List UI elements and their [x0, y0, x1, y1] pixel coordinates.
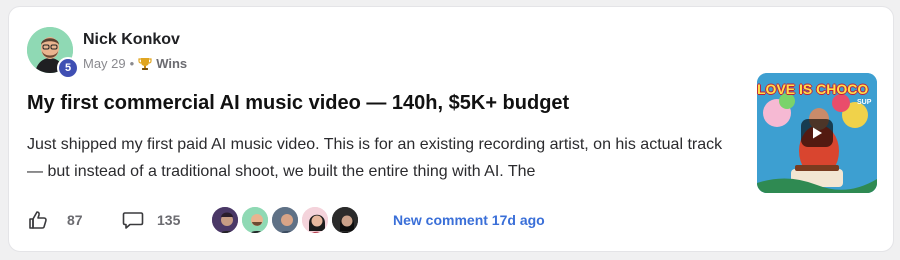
commenter-avatar[interactable] — [300, 205, 330, 235]
post-meta: May 29 • Wins — [83, 56, 187, 71]
level-badge: 5 — [57, 57, 79, 79]
post-date[interactable]: May 29 — [83, 56, 126, 71]
post-excerpt[interactable]: Just shipped my first paid AI music vide… — [27, 131, 739, 185]
post-title[interactable]: My first commercial AI music video — 140… — [27, 92, 569, 115]
thumbnail-overlay-subtext: SUP — [857, 99, 872, 106]
author-name[interactable]: Nick Konkov — [83, 31, 180, 49]
comment-stat[interactable]: 135 — [121, 209, 180, 231]
commenter-avatar[interactable] — [330, 205, 360, 235]
post-card[interactable]: 5 Nick Konkov May 29 • Wins My first com… — [8, 6, 894, 252]
commenter-avatar[interactable] — [210, 205, 240, 235]
thumbnail-overlay-text: LOVE IS CHOCO — [757, 81, 869, 97]
commenter-avatar[interactable] — [240, 205, 270, 235]
comment-icon[interactable] — [121, 209, 145, 231]
new-comment-link[interactable]: New comment 17d ago — [393, 212, 545, 228]
like-count: 87 — [67, 212, 83, 228]
author-avatar[interactable]: 5 — [27, 27, 79, 79]
trophy-icon — [138, 57, 152, 70]
meta-separator: • — [129, 56, 135, 71]
comment-count: 135 — [157, 212, 181, 228]
thumbs-up-icon[interactable] — [27, 209, 49, 231]
post-category[interactable]: Wins — [156, 56, 187, 71]
like-stat[interactable]: 87 — [27, 209, 83, 231]
play-icon[interactable] — [801, 119, 833, 147]
commenter-avatar[interactable] — [270, 205, 300, 235]
video-thumbnail[interactable]: LOVE IS CHOCO SUP — [757, 73, 877, 193]
post-footer: 87 135 New comment 17d ago — [27, 205, 727, 235]
